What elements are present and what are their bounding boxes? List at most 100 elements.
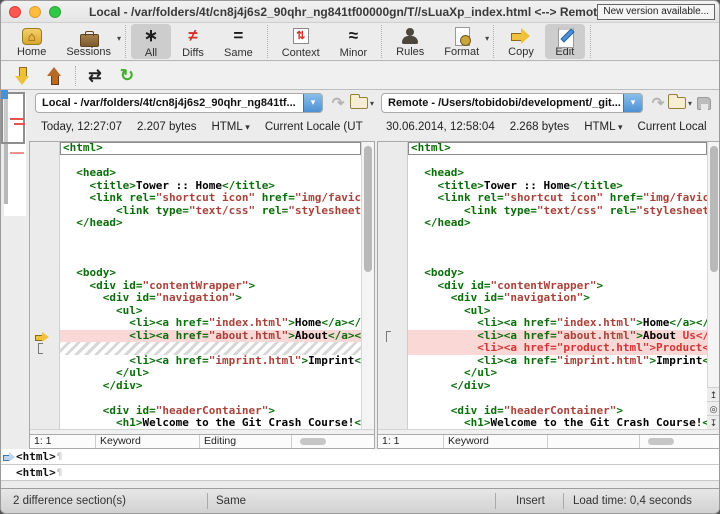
code-line[interactable]: <div id="contentWrapper"> (30, 280, 361, 293)
code-line[interactable]: <div id="navigation"> (378, 292, 707, 305)
refresh-icon[interactable]: ↻ (114, 65, 140, 87)
code-line[interactable]: </div> (30, 380, 361, 393)
right-code-pane[interactable]: <html> <head> <title>Tower :: Home</titl… (377, 141, 720, 449)
edit-button[interactable]: Edit (545, 24, 585, 59)
diffs-button[interactable]: ≠Diffs (173, 24, 213, 59)
right-open-folder-icon[interactable]: ▾ (667, 94, 693, 112)
right-encoding-dropdown[interactable]: Current Local (638, 121, 707, 133)
code-line[interactable]: <h1>Welcome to the Git Crash Course!< (378, 417, 707, 429)
code-line[interactable]: <li><a href="index.html">Home</a></ (30, 317, 361, 330)
copy-button[interactable]: Copy (499, 24, 543, 59)
code-line[interactable]: <link rel="shortcut icon" href="img/favi… (378, 192, 707, 205)
code-line[interactable]: </head> (30, 217, 361, 230)
left-encoding-dropdown[interactable]: Current Locale (UT (265, 121, 363, 133)
code-line[interactable]: <html> (378, 142, 707, 155)
code-line[interactable]: <link rel="shortcut icon" href="img/favi… (30, 192, 361, 205)
code-line[interactable]: <title>Tower :: Home</title> (378, 180, 707, 193)
left-vertical-scrollbar[interactable] (361, 142, 374, 429)
code-line[interactable]: </ul> (30, 367, 361, 380)
prev-diff-scroll-button[interactable]: ↥ (707, 387, 720, 401)
next-diff-scroll-button[interactable]: ↧ (707, 415, 720, 429)
code-line[interactable]: <div id="contentWrapper"> (378, 280, 707, 293)
sessions-button[interactable]: Sessions▾ (57, 24, 120, 59)
chevron-down-icon[interactable]: ▾ (623, 93, 642, 113)
save-icon[interactable] (695, 94, 713, 112)
diff-minimap[interactable] (1, 90, 29, 449)
code-line[interactable]: <li><a href="product.html">Product< (378, 342, 707, 355)
prev-diff-arrow-icon[interactable] (41, 65, 67, 87)
center-diff-scroll-button[interactable]: ◎ (707, 401, 720, 415)
code-line[interactable] (378, 255, 707, 268)
code-line[interactable]: <link type="text/css" rel="stylesheet (30, 205, 361, 218)
toolbar-button-label: Home (17, 46, 46, 58)
code-line[interactable]: <body> (378, 267, 707, 280)
right-reload-file-icon[interactable]: ↷ (649, 94, 667, 112)
context-button[interactable]: ⇅Context (273, 24, 329, 59)
code-line[interactable]: </ul> (378, 367, 707, 380)
toolbar-button-label: All (145, 47, 157, 59)
code-line[interactable] (378, 155, 707, 168)
code-line[interactable]: <li><a href="about.html">About Us</ (378, 330, 707, 343)
chevron-down-icon[interactable]: ▾ (485, 34, 489, 43)
minimize-window-button[interactable] (29, 6, 41, 18)
format-button[interactable]: Format▾ (435, 24, 488, 59)
chevron-down-icon[interactable]: ▾ (303, 93, 322, 113)
code-line[interactable]: <body> (30, 267, 361, 280)
left-syntax-mode[interactable]: Keyword (96, 435, 200, 448)
left-code-pane[interactable]: <html> <head> <title>Tower :: Home</titl… (29, 141, 375, 449)
right-format-dropdown[interactable]: HTML (584, 121, 622, 133)
scrollbar-thumb[interactable] (364, 146, 372, 272)
left-current-line-row[interactable]: <html> ¶ (1, 449, 720, 465)
left-reload-file-icon[interactable]: ↷ (329, 94, 347, 112)
chevron-down-icon[interactable]: ▾ (117, 34, 121, 43)
swap-sides-icon[interactable]: ⇄ (82, 65, 108, 87)
code-line[interactable]: </div> (378, 380, 707, 393)
rules-button[interactable]: Rules (387, 24, 433, 59)
all-button[interactable]: ∗All (131, 24, 171, 59)
code-line[interactable] (378, 392, 707, 405)
left-file-path-combo[interactable]: Local - /var/folders/4t/cn8j4j6s2_90qhr_… (35, 93, 323, 113)
code-line[interactable]: <ul> (30, 305, 361, 318)
minor-button[interactable]: ≈Minor (331, 24, 377, 59)
code-line[interactable]: <div id="navigation"> (30, 292, 361, 305)
code-line[interactable] (378, 230, 707, 243)
code-line[interactable] (30, 342, 361, 355)
code-line[interactable] (30, 255, 361, 268)
code-line[interactable] (30, 392, 361, 405)
next-diff-arrow-icon[interactable] (9, 65, 35, 87)
code-line[interactable]: <ul> (378, 305, 707, 318)
code-line[interactable]: <li><a href="about.html">About</a>< (30, 330, 361, 343)
zoom-window-button[interactable] (49, 6, 61, 18)
code-line[interactable]: <link type="text/css" rel="stylesheet (378, 205, 707, 218)
code-line-text (60, 230, 361, 243)
code-line[interactable] (30, 230, 361, 243)
right-syntax-mode[interactable]: Keyword (444, 435, 548, 448)
left-format-dropdown[interactable]: HTML (211, 121, 249, 133)
code-line[interactable] (378, 242, 707, 255)
code-line[interactable]: <li><a href="imprint.html">Imprint< (30, 355, 361, 368)
same-button[interactable]: =Same (215, 24, 262, 59)
code-line[interactable]: <div id="headerContainer"> (30, 405, 361, 418)
gutter (378, 342, 408, 355)
update-available-badge[interactable]: New version available... (597, 4, 715, 20)
home-button[interactable]: ⌂Home (8, 24, 55, 59)
code-line[interactable]: <div id="headerContainer"> (378, 405, 707, 418)
code-line[interactable]: <head> (378, 167, 707, 180)
scrollbar-thumb[interactable] (710, 146, 718, 272)
code-line[interactable]: <title>Tower :: Home</title> (30, 180, 361, 193)
close-window-button[interactable] (9, 6, 21, 18)
code-line[interactable] (30, 242, 361, 255)
right-current-line-row[interactable]: <html> ¶ (1, 465, 720, 481)
left-open-folder-icon[interactable]: ▾ (349, 94, 375, 112)
code-line[interactable]: </head> (378, 217, 707, 230)
code-line[interactable]: <li><a href="imprint.html">Imprint< (378, 355, 707, 368)
right-code-editor[interactable]: <html> <head> <title>Tower :: Home</titl… (378, 142, 707, 429)
left-code-editor[interactable]: <html> <head> <title>Tower :: Home</titl… (30, 142, 361, 429)
code-line[interactable]: <head> (30, 167, 361, 180)
code-line[interactable] (30, 155, 361, 168)
right-file-path-combo[interactable]: Remote - /Users/tobidobi/development/_gi… (381, 93, 643, 113)
code-line[interactable]: <html> (30, 142, 361, 155)
code-line[interactable]: <li><a href="index.html">Home</a></ (378, 317, 707, 330)
code-line[interactable]: <h1>Welcome to the Git Crash Course!< (30, 417, 361, 429)
right-vertical-scrollbar[interactable]: ↥ ◎ ↧ (707, 142, 720, 429)
